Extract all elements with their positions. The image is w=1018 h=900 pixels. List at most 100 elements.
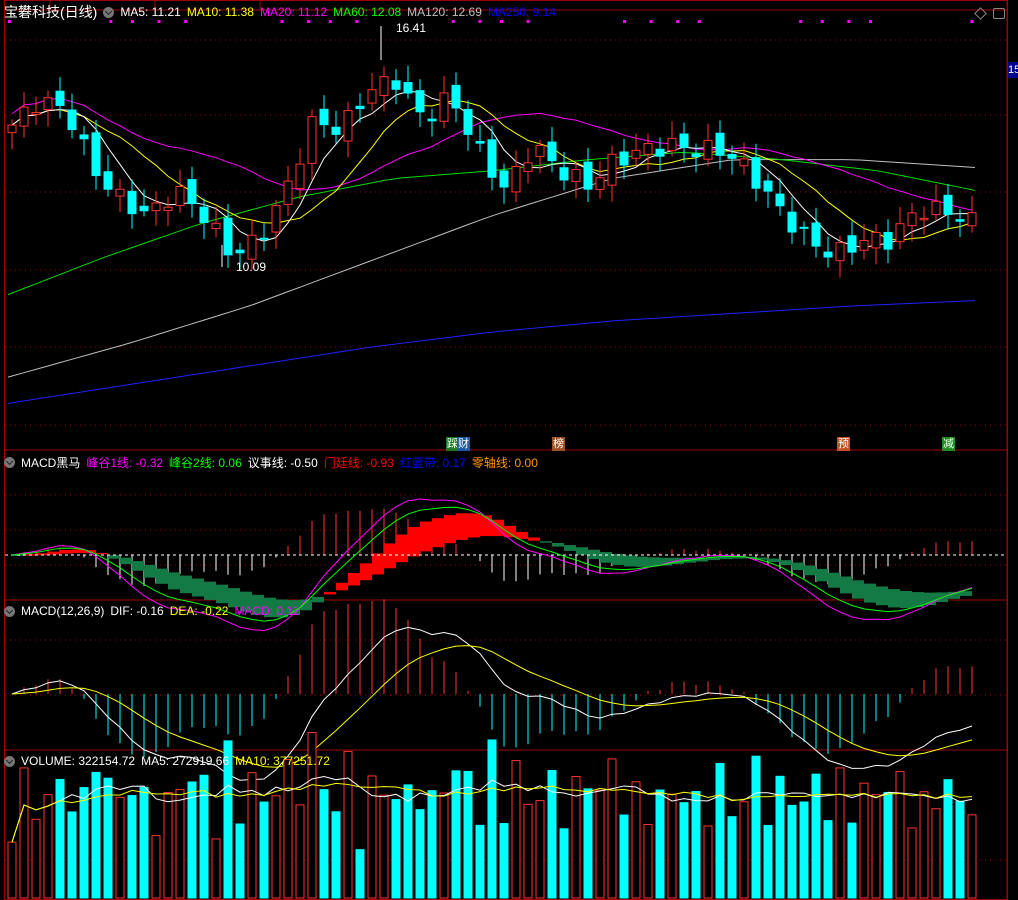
volume-bar xyxy=(811,773,821,899)
volume-bar xyxy=(823,820,833,899)
volume-bar xyxy=(607,758,617,899)
ma-value: MA5: 11.21 xyxy=(120,5,181,19)
volume-bar xyxy=(895,770,905,899)
chevron-down-icon[interactable] xyxy=(103,6,115,18)
red-blue-band xyxy=(60,549,72,554)
volume-bar xyxy=(31,818,41,899)
signal-dot xyxy=(697,20,701,23)
volume-bar xyxy=(43,794,53,899)
candle-body xyxy=(739,158,749,167)
red-blue-band xyxy=(180,575,192,594)
red-blue-band xyxy=(600,552,612,563)
candle-body xyxy=(799,226,809,229)
candle-body xyxy=(715,132,725,156)
chevron-down-icon[interactable] xyxy=(4,456,15,468)
red-blue-band xyxy=(72,549,84,554)
candle-body xyxy=(823,251,833,258)
candle-body xyxy=(55,90,65,107)
candle-body xyxy=(319,108,329,126)
signal-dot xyxy=(676,20,680,23)
macd-header: MACD(12,26,9) DIF: -0.16 DEA: -0.22 MACD: … xyxy=(4,603,299,619)
volume-bar xyxy=(511,760,521,899)
candle-body xyxy=(175,186,185,206)
red-blue-band xyxy=(780,560,792,566)
volume-bar xyxy=(367,775,377,899)
signal-dot xyxy=(328,20,332,23)
ma-value: MA10: 11.38 xyxy=(186,5,254,19)
candle-body xyxy=(7,124,17,134)
chevron-down-icon[interactable] xyxy=(4,605,15,617)
volume-value: MA10: 377251.72 xyxy=(235,754,330,768)
signal-dot xyxy=(280,20,284,23)
chevron-down-icon[interactable] xyxy=(4,755,15,767)
red-blue-band xyxy=(192,578,204,597)
red-blue-band xyxy=(888,589,900,608)
candle-body xyxy=(523,162,533,172)
candle-body xyxy=(955,219,965,222)
candle-body xyxy=(571,169,581,183)
red-blue-band xyxy=(804,565,816,576)
candle-body xyxy=(967,212,977,227)
candle-body xyxy=(811,222,821,247)
event-tag-bang[interactable]: 榜 xyxy=(552,437,565,451)
volume-bar xyxy=(319,789,329,899)
red-blue-band xyxy=(108,555,120,559)
panel-toggle-icon[interactable] xyxy=(993,8,1005,19)
high-label: 16.41 xyxy=(396,21,427,35)
volume-bar xyxy=(763,824,773,899)
candle-body xyxy=(595,177,605,191)
candle-body xyxy=(163,206,173,211)
signal-dot xyxy=(869,20,872,23)
event-tag-cai[interactable]: 财 xyxy=(457,437,470,451)
volume-bar xyxy=(379,794,389,899)
signal-dot xyxy=(355,20,359,23)
volume-bar xyxy=(199,774,209,899)
volume-bar xyxy=(259,801,269,899)
volume-bar xyxy=(703,825,713,899)
red-blue-band xyxy=(648,557,660,567)
candle-body xyxy=(859,239,869,251)
volume-bar xyxy=(727,816,737,899)
candle-body xyxy=(775,193,785,207)
volume-bar xyxy=(331,811,341,899)
volume-bar xyxy=(667,793,677,899)
candle-body xyxy=(223,217,233,256)
main-header: 宝礬科技(日线) MA5: 11.21 MA10: 11.38 MA20: 11.1… xyxy=(4,4,556,20)
red-blue-band xyxy=(336,582,348,591)
event-tag-jian[interactable]: 减 xyxy=(942,437,955,451)
red-blue-band xyxy=(360,563,372,581)
candle-body xyxy=(679,133,689,148)
candle-body xyxy=(703,140,713,160)
volume-bar xyxy=(499,823,509,899)
event-tag-yu[interactable]: 预 xyxy=(837,437,850,451)
red-blue-band xyxy=(960,591,972,596)
red-blue-band xyxy=(732,556,744,559)
red-blue-band xyxy=(372,553,384,575)
candle-body xyxy=(103,171,113,190)
candle-body xyxy=(847,235,857,253)
candle-body xyxy=(499,170,509,188)
signal-dot xyxy=(649,20,653,23)
candle-body xyxy=(559,167,569,181)
red-blue-band xyxy=(528,537,540,541)
red-blue-band xyxy=(312,596,324,603)
red-blue-band xyxy=(468,513,480,538)
candle-body xyxy=(235,249,245,254)
heima-value: 门廷线: -0.93 xyxy=(323,455,394,470)
candle-body xyxy=(619,151,629,166)
volume-bar xyxy=(235,823,245,899)
candle-body xyxy=(31,111,41,115)
volume-bar xyxy=(595,789,605,899)
candle-body xyxy=(247,234,257,260)
red-blue-band xyxy=(444,515,456,544)
candle-body xyxy=(919,217,929,221)
volume-bar xyxy=(175,788,185,899)
candle-body xyxy=(295,163,305,190)
candle-body xyxy=(871,232,881,249)
volume-bar xyxy=(127,795,137,899)
volume-bar xyxy=(523,803,533,899)
heima-header: MACD黑马 峰谷1线: -0.32 峰谷2线: 0.06 议事线: -0.50 门廷… xyxy=(4,454,538,470)
candle-body xyxy=(403,82,413,94)
volume-bar xyxy=(211,838,221,899)
volume-bar xyxy=(715,762,725,899)
